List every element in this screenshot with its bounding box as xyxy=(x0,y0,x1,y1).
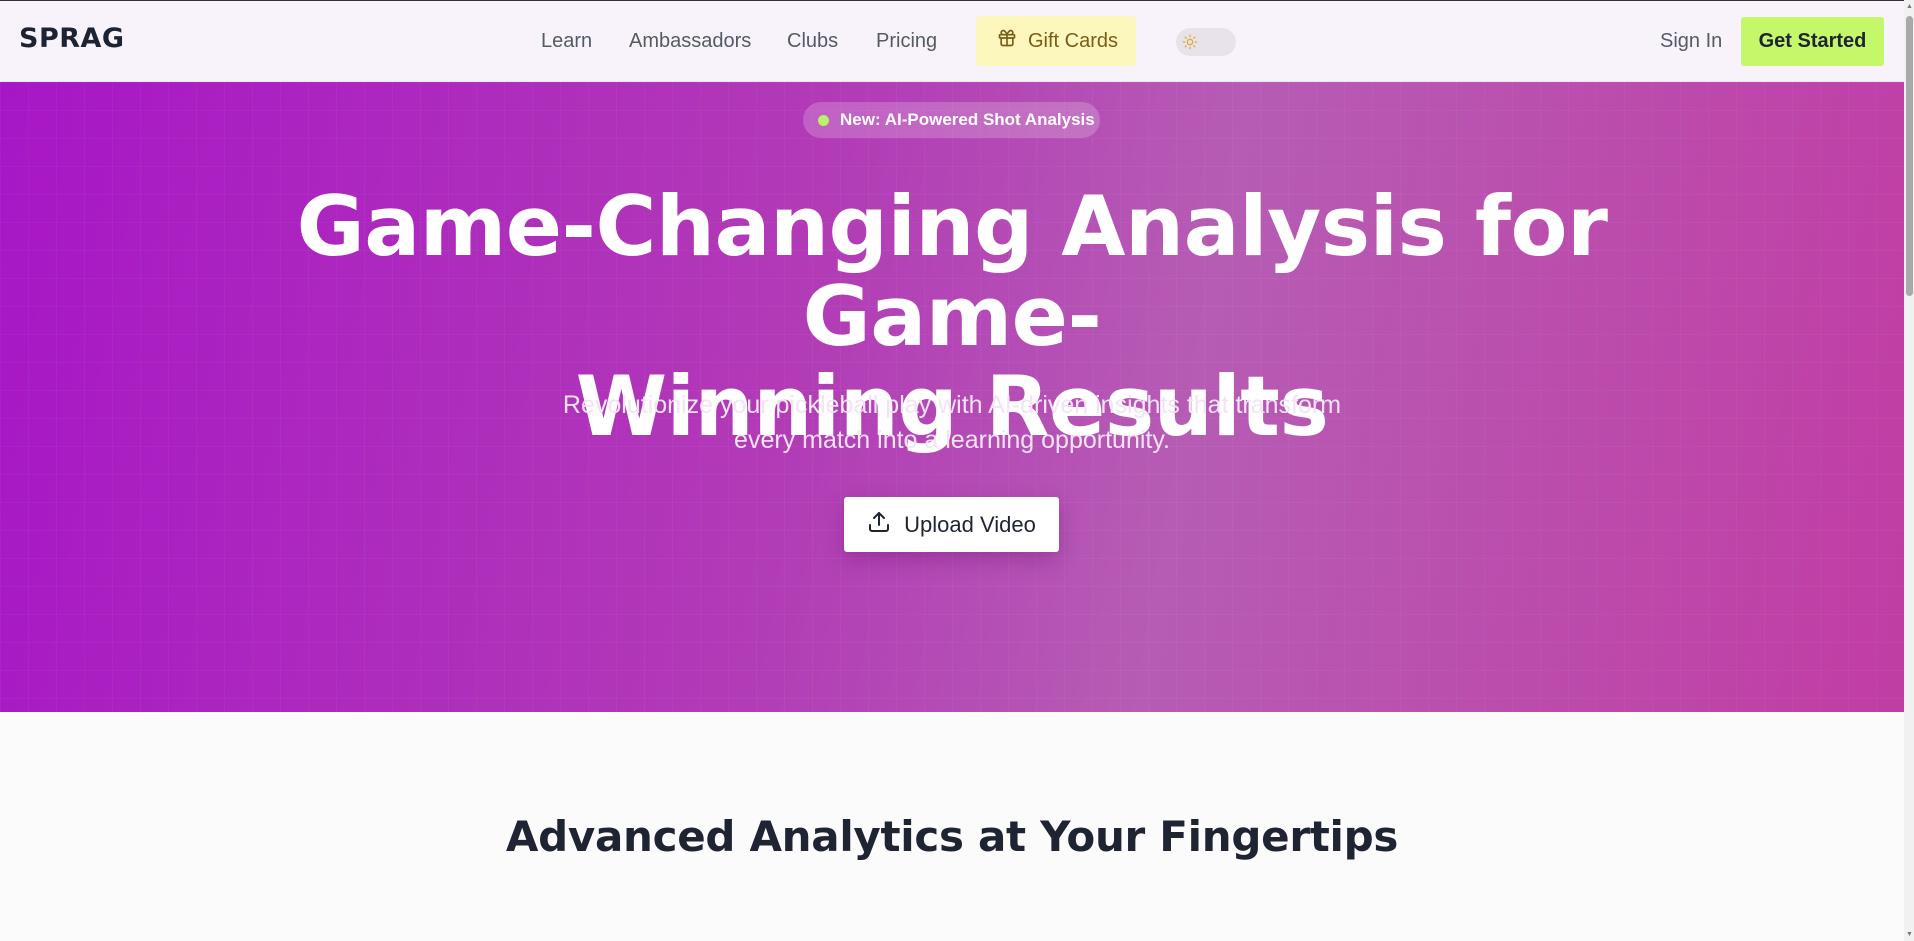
page-scrollbar-thumb[interactable] xyxy=(1906,16,1913,296)
hero-subtitle-line-1: Revolutionize your pickleball play with … xyxy=(562,391,1342,419)
nav-ambassadors[interactable]: Ambassadors xyxy=(629,30,751,53)
theme-toggle[interactable] xyxy=(1176,28,1236,56)
upload-video-button[interactable]: Upload Video xyxy=(844,497,1059,552)
hero-title-line-1: Game-Changing Analysis for Game- xyxy=(296,178,1608,365)
scroll-up-arrow-icon[interactable]: ▲ xyxy=(1905,2,1914,11)
status-dot xyxy=(818,114,829,126)
site-header: SPRAG Learn Ambassadors Clubs Pricing Gi… xyxy=(0,1,1904,82)
upload-icon xyxy=(867,510,891,540)
hero-section: New: AI-Powered Shot Analysis Game-Chang… xyxy=(0,82,1904,712)
badge-label: New: AI-Powered Shot Analysis xyxy=(840,110,1095,129)
gift-cards-button[interactable]: Gift Cards xyxy=(976,16,1136,66)
new-feature-badge: New: AI-Powered Shot Analysis xyxy=(803,102,1100,138)
scroll-down-arrow-icon[interactable]: ▼ xyxy=(1905,930,1914,939)
upload-video-label: Upload Video xyxy=(904,511,1036,537)
sun-icon xyxy=(1180,32,1200,52)
hero-subtitle: Revolutionize your pickleball play with … xyxy=(540,388,1364,458)
hero-subtitle-line-2: every match into a learning opportunity. xyxy=(734,426,1170,454)
site-logo[interactable]: SPRAG xyxy=(19,23,125,54)
gift-cards-label: Gift Cards xyxy=(1028,29,1119,52)
sign-in-link[interactable]: Sign In xyxy=(1660,30,1722,53)
get-started-button[interactable]: Get Started xyxy=(1741,17,1884,66)
features-section-title: Advanced Analytics at Your Fingertips xyxy=(505,812,1399,861)
nav-learn[interactable]: Learn xyxy=(541,30,592,53)
nav-pricing[interactable]: Pricing xyxy=(876,30,937,53)
gift-icon xyxy=(997,28,1017,54)
nav-clubs[interactable]: Clubs xyxy=(787,30,838,53)
